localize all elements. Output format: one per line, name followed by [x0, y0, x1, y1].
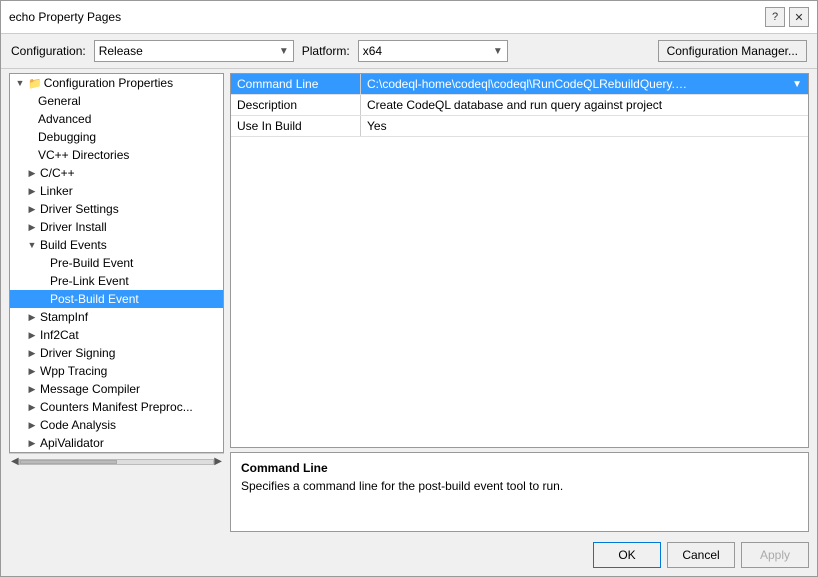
tree-item-build-events[interactable]: ▼ Build Events — [10, 236, 223, 254]
code-analysis-expand-icon: ▶ — [26, 419, 38, 431]
prop-row-description[interactable]: Description Create CodeQL database and r… — [231, 95, 808, 116]
ok-button[interactable]: OK — [593, 542, 661, 568]
tree-item-msg-compiler[interactable]: ▶ Message Compiler — [10, 380, 223, 398]
tree-item-general-label: General — [38, 94, 81, 108]
tree-item-inf2cat-label: Inf2Cat — [40, 328, 79, 342]
tree-item-code-analysis-label: Code Analysis — [40, 418, 116, 432]
msg-compiler-expand-icon: ▶ — [26, 383, 38, 395]
scroll-left-icon[interactable]: ◀ — [11, 456, 19, 467]
prop-name-commandline: Command Line — [231, 74, 361, 94]
tree-root[interactable]: ▼ 📁 Configuration Properties — [10, 74, 223, 92]
tree-item-advanced[interactable]: Advanced — [10, 110, 223, 128]
apivalidator-expand-icon: ▶ — [26, 437, 38, 449]
tree-item-debugging[interactable]: Debugging — [10, 128, 223, 146]
configuration-value: Release — [99, 44, 143, 58]
tree-item-post-build-label: Post-Build Event — [50, 292, 139, 306]
wpp-expand-icon: ▶ — [26, 365, 38, 377]
tree-item-msg-compiler-label: Message Compiler — [40, 382, 140, 396]
config-dropdown-arrow: ▼ — [279, 46, 289, 57]
tree-item-driver-settings[interactable]: ▶ Driver Settings — [10, 200, 223, 218]
tree-item-wpp[interactable]: ▶ Wpp Tracing — [10, 362, 223, 380]
prop-row-commandline[interactable]: Command Line C:\codeql-home\codeql\codeq… — [231, 74, 808, 95]
tree-item-counters[interactable]: ▶ Counters Manifest Preproc... — [10, 398, 223, 416]
prop-row-useinbuild[interactable]: Use In Build Yes — [231, 116, 808, 137]
platform-value: x64 — [363, 44, 382, 58]
inf2cat-expand-icon: ▶ — [26, 329, 38, 341]
tree-item-driver-signing[interactable]: ▶ Driver Signing — [10, 344, 223, 362]
tree-item-linker-label: Linker — [40, 184, 73, 198]
scrollbar-track[interactable] — [19, 459, 215, 465]
config-manager-button[interactable]: Configuration Manager... — [658, 40, 807, 62]
tree-item-driver-settings-label: Driver Settings — [40, 202, 119, 216]
tree-item-pre-build-label: Pre-Build Event — [50, 256, 133, 270]
properties-table: Command Line C:\codeql-home\codeql\codeq… — [230, 73, 809, 448]
tree-item-vcdirs-label: VC++ Directories — [38, 148, 129, 162]
tree-item-stampinf[interactable]: ▶ StampInf — [10, 308, 223, 326]
tree-item-stampinf-label: StampInf — [40, 310, 88, 324]
tree-item-vcdirs[interactable]: VC++ Directories — [10, 146, 223, 164]
tree-item-pre-build[interactable]: Pre-Build Event — [10, 254, 223, 272]
description-title: Command Line — [241, 461, 798, 475]
scroll-right-icon[interactable]: ▶ — [214, 456, 222, 467]
description-box: Command Line Specifies a command line fo… — [230, 452, 809, 532]
tree-item-debugging-label: Debugging — [38, 130, 96, 144]
root-folder-icon: 📁 — [28, 77, 42, 90]
tree-item-cpp-label: C/C++ — [40, 166, 75, 180]
tree-scrollbar[interactable]: ◀ ▶ — [9, 453, 224, 469]
config-bar: Configuration: Release ▼ Platform: x64 ▼… — [1, 34, 817, 69]
tree-item-general[interactable]: General — [10, 92, 223, 110]
prop-value-commandline[interactable]: C:\codeql-home\codeql\codeql\RunCodeQLRe… — [361, 74, 808, 94]
tree-item-apivalidator[interactable]: ▶ ApiValidator — [10, 434, 223, 452]
tree-item-build-events-label: Build Events — [40, 238, 107, 252]
help-button[interactable]: ? — [765, 7, 785, 27]
tree-item-counters-label: Counters Manifest Preproc... — [40, 400, 193, 414]
title-bar-controls: ? ✕ — [765, 7, 809, 27]
driver-signing-expand-icon: ▶ — [26, 347, 38, 359]
description-text: Specifies a command line for the post-bu… — [241, 479, 798, 493]
tree-item-inf2cat[interactable]: ▶ Inf2Cat — [10, 326, 223, 344]
button-row: OK Cancel Apply — [1, 536, 817, 576]
prop-value-description: Create CodeQL database and run query aga… — [361, 95, 808, 115]
tree-item-linker[interactable]: ▶ Linker — [10, 182, 223, 200]
tree-item-code-analysis[interactable]: ▶ Code Analysis — [10, 416, 223, 434]
tree-item-driver-signing-label: Driver Signing — [40, 346, 115, 360]
right-panel: Command Line C:\codeql-home\codeql\codeq… — [230, 73, 809, 532]
prop-value-useinbuild: Yes — [361, 116, 808, 136]
tree-item-driver-install-label: Driver Install — [40, 220, 107, 234]
root-expand-icon: ▼ — [14, 77, 26, 89]
close-button[interactable]: ✕ — [789, 7, 809, 27]
cancel-button[interactable]: Cancel — [667, 542, 735, 568]
commandline-dropdown-arrow[interactable]: ▼ — [792, 79, 802, 90]
tree-item-wpp-label: Wpp Tracing — [40, 364, 107, 378]
stampinf-expand-icon: ▶ — [26, 311, 38, 323]
tree-item-pre-link[interactable]: Pre-Link Event — [10, 272, 223, 290]
driver-install-expand-icon: ▶ — [26, 221, 38, 233]
configuration-dropdown[interactable]: Release ▼ — [94, 40, 294, 62]
build-events-expand-icon: ▼ — [26, 239, 38, 251]
counters-expand-icon: ▶ — [26, 401, 38, 413]
apply-button[interactable]: Apply — [741, 542, 809, 568]
prop-name-description: Description — [231, 95, 361, 115]
property-pages-dialog: echo Property Pages ? ✕ Configuration: R… — [0, 0, 818, 577]
tree-item-advanced-label: Advanced — [38, 112, 91, 126]
tree-root-label: Configuration Properties — [44, 76, 173, 90]
tree-item-pre-link-label: Pre-Link Event — [50, 274, 129, 288]
prop-name-useinbuild: Use In Build — [231, 116, 361, 136]
cpp-expand-icon: ▶ — [26, 167, 38, 179]
tree-item-cpp[interactable]: ▶ C/C++ — [10, 164, 223, 182]
title-bar: echo Property Pages ? ✕ — [1, 1, 817, 34]
platform-dropdown-arrow: ▼ — [493, 46, 503, 57]
tree-panel: ▼ 📁 Configuration Properties General Adv… — [9, 73, 224, 453]
dialog-title: echo Property Pages — [9, 10, 121, 24]
tree-item-driver-install[interactable]: ▶ Driver Install — [10, 218, 223, 236]
linker-expand-icon: ▶ — [26, 185, 38, 197]
platform-dropdown[interactable]: x64 ▼ — [358, 40, 508, 62]
config-label: Configuration: — [11, 44, 86, 58]
platform-label: Platform: — [302, 44, 350, 58]
tree-item-apivalidator-label: ApiValidator — [40, 436, 104, 450]
tree-item-post-build[interactable]: Post-Build Event — [10, 290, 223, 308]
driver-settings-expand-icon: ▶ — [26, 203, 38, 215]
main-content: ▼ 📁 Configuration Properties General Adv… — [1, 69, 817, 536]
